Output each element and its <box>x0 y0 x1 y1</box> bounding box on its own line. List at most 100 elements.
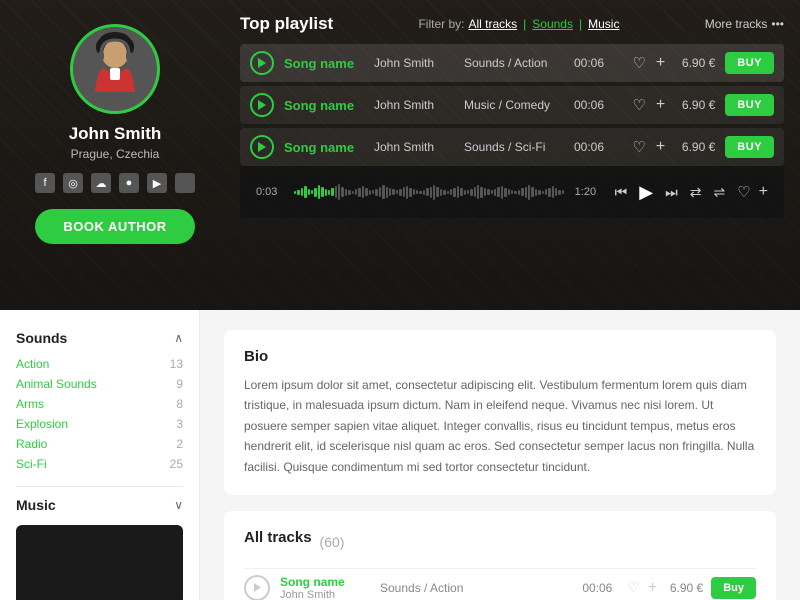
artist-name: John Smith <box>69 124 162 144</box>
track-actions-1: ♡ + 6.90 € BUY <box>632 52 774 74</box>
all-tracks-section: All tracks (60) Song name John Smith Sou… <box>224 511 776 600</box>
bio-section: Bio Lorem ipsum dolor sit amet, consecte… <box>224 330 776 495</box>
track-genre-3: Sounds / Sci-Fi <box>464 140 564 154</box>
playlist-header: Top playlist Filter by: All tracks | Sou… <box>240 14 784 34</box>
apple-icon[interactable] <box>175 173 195 193</box>
sidebar-item-count: 9 <box>176 377 183 391</box>
favorite-icon-3[interactable]: ♡ <box>632 138 645 156</box>
sidebar-item-label: Sci-Fi <box>16 457 47 471</box>
skip-back-button[interactable]: ⏮ <box>613 182 630 203</box>
filter-label: Filter by: <box>418 17 464 31</box>
buy-button-1[interactable]: BUY <box>725 52 774 74</box>
more-tracks-button[interactable]: More tracks ••• <box>705 17 784 31</box>
sidebar-item-label: Action <box>16 357 49 371</box>
filter-sep-2: | <box>579 17 582 31</box>
filter-sounds[interactable]: Sounds <box>532 17 573 31</box>
sidebar-item-count: 2 <box>176 437 183 451</box>
add-icon-2[interactable]: + <box>656 96 665 114</box>
player-favorite-icon[interactable]: ♡ <box>737 183 750 201</box>
music-section: Music ∨ <box>16 497 183 513</box>
player-add-icon[interactable]: + <box>759 183 768 201</box>
sidebar-item[interactable]: Sci-Fi 25 <box>16 454 183 474</box>
waveform[interactable] <box>294 176 565 208</box>
sidebar-item[interactable]: Action 13 <box>16 354 183 374</box>
at-play-button[interactable] <box>244 575 270 600</box>
track-artist-2: John Smith <box>374 98 454 112</box>
playlist-title: Top playlist <box>240 14 333 34</box>
bottom-section: Sounds ∧ Action 13 Animal Sounds 9 Arms … <box>0 310 800 600</box>
play-pause-button[interactable]: ▶ <box>637 180 655 205</box>
soundcloud-icon[interactable]: ☁ <box>91 173 111 193</box>
sidebar-item[interactable]: Animal Sounds 9 <box>16 374 183 394</box>
at-buy-button[interactable]: Buy <box>711 577 756 599</box>
buy-button-2[interactable]: BUY <box>725 94 774 116</box>
sidebar-item[interactable]: Explosion 3 <box>16 414 183 434</box>
sidebar-item-label: Arms <box>16 397 44 411</box>
player-controls: ⏮ ▶ ⏭ ⇄ ⇌ <box>613 180 728 205</box>
filter-bar: Filter by: All tracks | Sounds | Music <box>418 17 619 31</box>
play-button-3[interactable] <box>250 135 274 159</box>
current-time: 0:03 <box>256 186 284 198</box>
more-tracks-dots: ••• <box>771 17 784 31</box>
at-price: 6.90 € <box>665 581 703 595</box>
instagram-icon[interactable]: ◎ <box>63 173 83 193</box>
player-right: ♡ + <box>737 183 768 201</box>
bio-text: Lorem ipsum dolor sit amet, consectetur … <box>244 375 756 477</box>
buy-button-3[interactable]: BUY <box>725 136 774 158</box>
avatar <box>70 24 160 114</box>
sidebar-item-label: Radio <box>16 437 47 451</box>
add-icon-3[interactable]: + <box>656 138 665 156</box>
play-icon[interactable]: ▶ <box>147 173 167 193</box>
repeat-button[interactable]: ⇄ <box>688 182 704 203</box>
music-chevron-icon: ∨ <box>174 498 183 512</box>
at-duration: 00:06 <box>582 581 617 595</box>
track-actions-2: ♡ + 6.90 € BUY <box>632 94 774 116</box>
filter-sep-1: | <box>523 17 526 31</box>
track-price-3: 6.90 € <box>675 140 715 154</box>
sidebar: Sounds ∧ Action 13 Animal Sounds 9 Arms … <box>0 310 200 600</box>
play-button-2[interactable] <box>250 93 274 117</box>
track-price-1: 6.90 € <box>675 56 715 70</box>
play-button-1[interactable] <box>250 51 274 75</box>
sidebar-item-count: 13 <box>170 357 183 371</box>
sounds-label: Sounds <box>16 330 67 346</box>
at-track-info: Song name John Smith <box>280 575 370 600</box>
artist-panel: John Smith Prague, Czechia f ◎ ☁ ● ▶ BOO… <box>0 0 230 310</box>
track-name-2: Song name <box>284 98 364 113</box>
sidebar-item-count: 25 <box>170 457 183 471</box>
sidebar-item[interactable]: Arms 8 <box>16 394 183 414</box>
total-time: 1:20 <box>575 186 603 198</box>
spotify-icon[interactable]: ● <box>119 173 139 193</box>
favorite-icon-1[interactable]: ♡ <box>632 54 645 72</box>
track-row[interactable]: Song name John Smith Sounds / Action 00:… <box>240 44 784 82</box>
track-genre-2: Music / Comedy <box>464 98 564 112</box>
at-track-artist: John Smith <box>280 589 370 600</box>
tracks-count: (60) <box>320 534 345 550</box>
track-duration-1: 00:06 <box>574 56 609 70</box>
book-author-button[interactable]: BOOK AUTHOR <box>35 209 194 244</box>
all-track-row[interactable]: Song name John Smith Sounds / Action 00:… <box>244 568 756 600</box>
sidebar-item[interactable]: Radio 2 <box>16 434 183 454</box>
skip-forward-button[interactable]: ⏭ <box>663 182 680 203</box>
track-row[interactable]: Song name John Smith Sounds / Sci-Fi 00:… <box>240 128 784 166</box>
at-favorite-icon[interactable]: ♡ <box>627 579 640 596</box>
at-add-icon[interactable]: + <box>648 579 657 597</box>
bio-title: Bio <box>244 348 756 365</box>
music-section-header[interactable]: Music ∨ <box>16 497 183 513</box>
sounds-chevron-icon: ∧ <box>174 331 183 345</box>
sidebar-item-label: Explosion <box>16 417 68 431</box>
track-row[interactable]: Song name John Smith Music / Comedy 00:0… <box>240 86 784 124</box>
right-panel: Top playlist Filter by: All tracks | Sou… <box>230 0 800 310</box>
filter-music[interactable]: Music <box>588 17 619 31</box>
sounds-section-header[interactable]: Sounds ∧ <box>16 330 183 346</box>
filter-all-tracks[interactable]: All tracks <box>468 17 517 31</box>
track-duration-2: 00:06 <box>574 98 609 112</box>
track-duration-3: 00:06 <box>574 140 609 154</box>
shuffle-button[interactable]: ⇌ <box>711 182 727 203</box>
favorite-icon-2[interactable]: ♡ <box>632 96 645 114</box>
facebook-icon[interactable]: f <box>35 173 55 193</box>
at-track-name: Song name <box>280 575 370 589</box>
sidebar-item-count: 3 <box>176 417 183 431</box>
track-name-3: Song name <box>284 140 364 155</box>
add-icon-1[interactable]: + <box>656 54 665 72</box>
